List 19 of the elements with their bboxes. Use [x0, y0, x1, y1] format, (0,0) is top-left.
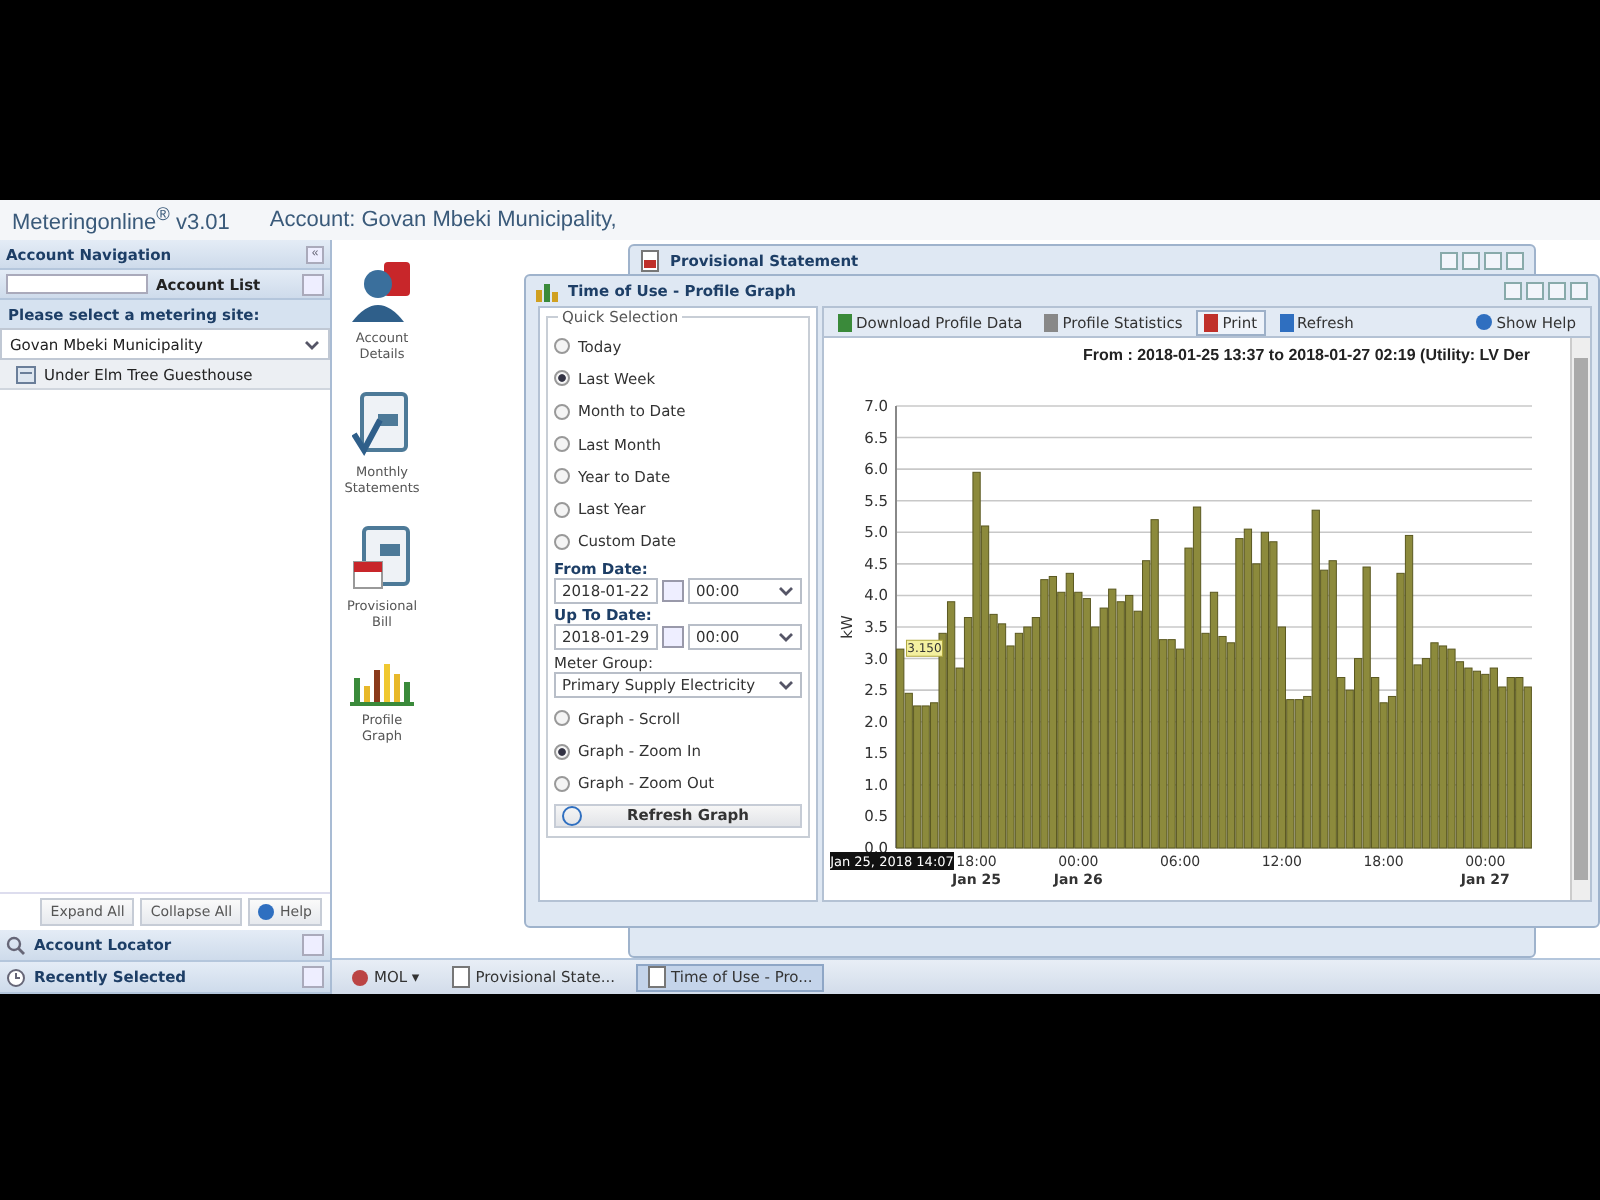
chevron-icon [778, 586, 794, 597]
account-name: Account: Govan Mbeki Municipality, [269, 208, 617, 232]
window-controls[interactable] [1440, 252, 1524, 270]
document-check-icon [352, 390, 412, 458]
person-icon [348, 260, 416, 324]
site-icon [16, 365, 36, 383]
bar-chart-icon [536, 281, 560, 301]
scrollbar[interactable] [1570, 338, 1590, 900]
search-icon [6, 935, 26, 955]
chart-title: From : 2018-01-25 13:37 to 2018-01-27 02:19 (Utility: LV Der [1080, 344, 1532, 368]
document-calendar-icon [352, 524, 412, 592]
app-title: Meteringonline$^{®}$ v3.01 [12, 204, 230, 236]
chevron-icon [304, 339, 320, 349]
chevron-icon [778, 680, 794, 691]
bar-chart-icon [350, 658, 414, 706]
window-controls[interactable] [1504, 282, 1588, 300]
document-icon [640, 250, 662, 272]
chevron-icon [778, 632, 794, 643]
clock-icon [6, 967, 26, 987]
